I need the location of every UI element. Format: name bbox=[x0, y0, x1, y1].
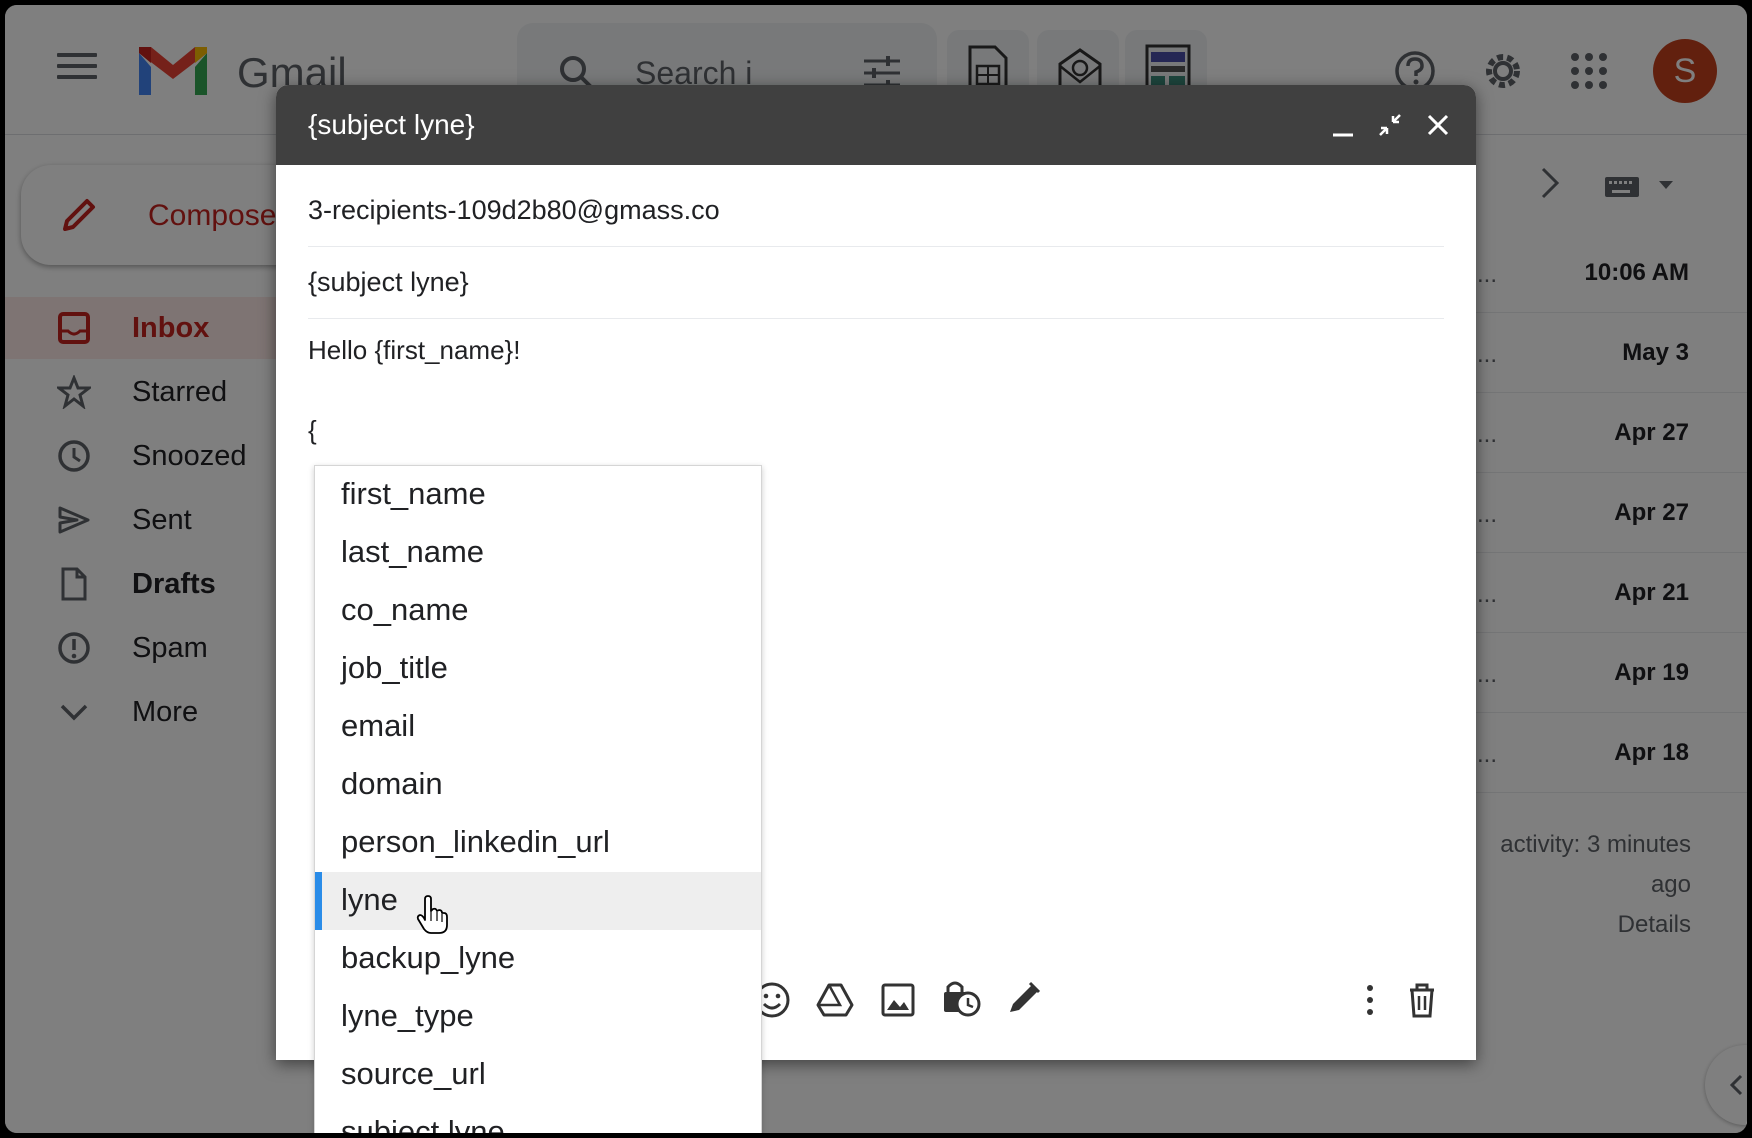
confidential-mode-icon[interactable] bbox=[941, 978, 981, 1018]
dropdown-option-domain[interactable]: domain bbox=[315, 756, 761, 814]
dropdown-option-first-name[interactable]: first_name bbox=[315, 466, 761, 524]
compose-header[interactable]: {subject lyne} bbox=[276, 85, 1476, 165]
compose-title: {subject lyne} bbox=[308, 109, 475, 140]
dropdown-option-lyne[interactable]: lyne bbox=[315, 872, 761, 930]
recipient-chip[interactable]: 3-recipients-109d2b80@gmass.co bbox=[308, 195, 720, 226]
dropdown-option-co-name[interactable]: co_name bbox=[315, 582, 761, 640]
close-icon[interactable] bbox=[1424, 111, 1452, 139]
more-options-icon[interactable] bbox=[1350, 980, 1390, 1020]
dropdown-option-subject-lyne[interactable]: subject lyne bbox=[315, 1104, 761, 1133]
subject-input[interactable]: {subject lyne} bbox=[308, 267, 469, 298]
merge-tag-dropdown: first_name last_name co_name job_title e… bbox=[314, 465, 762, 1133]
dropdown-option-job-title[interactable]: job_title bbox=[315, 640, 761, 698]
dropdown-option-email[interactable]: email bbox=[315, 698, 761, 756]
dropdown-option-last-name[interactable]: last_name bbox=[315, 524, 761, 582]
screen: Gmail Search i bbox=[5, 5, 1747, 1133]
subject-field[interactable]: {subject lyne} bbox=[308, 247, 1444, 319]
body-line-brace[interactable]: { bbox=[308, 415, 317, 446]
dropdown-option-source-url[interactable]: source_url bbox=[315, 1046, 761, 1104]
exit-fullscreen-icon[interactable] bbox=[1376, 111, 1404, 139]
to-field[interactable]: 3-recipients-109d2b80@gmass.co bbox=[308, 175, 1444, 247]
drive-icon[interactable] bbox=[815, 980, 855, 1020]
dropdown-option-lyne-type[interactable]: lyne_type bbox=[315, 988, 761, 1046]
dropdown-option-backup-lyne[interactable]: backup_lyne bbox=[315, 930, 761, 988]
dropdown-option-person-linkedin-url[interactable]: person_linkedin_url bbox=[315, 814, 761, 872]
trash-icon[interactable] bbox=[1402, 980, 1442, 1020]
hand-cursor-icon bbox=[416, 895, 448, 934]
signature-pen-icon[interactable] bbox=[1004, 978, 1044, 1018]
minimize-icon[interactable] bbox=[1329, 111, 1357, 139]
body-line-greeting[interactable]: Hello {first_name}! bbox=[308, 335, 520, 366]
insert-photo-icon[interactable] bbox=[878, 980, 918, 1020]
